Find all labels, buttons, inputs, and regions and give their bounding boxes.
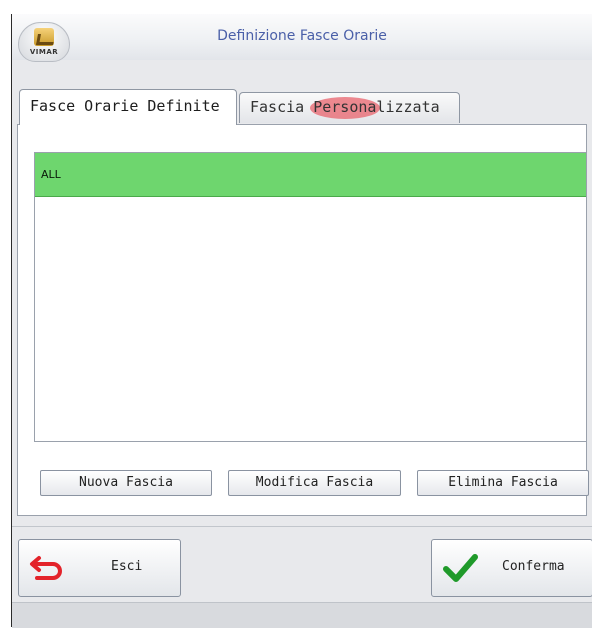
edit-slot-button[interactable]: Modifica Fascia <box>228 470 401 496</box>
title-bar: VIMAR Definizione Fasce Orarie <box>12 14 592 62</box>
status-strip <box>12 602 592 628</box>
tab-panel: ALL Nuova Fascia Modifica Fascia Elimina… <box>17 124 589 516</box>
confirm-button[interactable]: Conferma <box>431 539 592 597</box>
back-arrow-icon <box>30 556 62 580</box>
list-item-all[interactable]: ALL <box>35 153 586 197</box>
dialog-window: VIMAR Definizione Fasce Orarie Fasce Ora… <box>11 14 592 628</box>
tab-bar: Fasce Orarie Definite Fascia Personalizz… <box>19 89 579 125</box>
checkmark-icon <box>443 554 478 582</box>
action-bar: Esci Conferma <box>12 526 592 602</box>
window-title: Definizione Fasce Orarie <box>217 28 387 44</box>
exit-label: Esci <box>111 559 143 574</box>
time-slot-list[interactable]: ALL <box>34 152 587 442</box>
tab-label: Fasce Orarie Definite <box>30 97 220 115</box>
tab-defined-time-slots[interactable]: Fasce Orarie Definite <box>19 89 237 125</box>
exit-button[interactable]: Esci <box>18 539 181 597</box>
logo-text: VIMAR <box>29 48 59 56</box>
new-slot-button[interactable]: Nuova Fascia <box>40 470 212 496</box>
delete-slot-button[interactable]: Elimina Fascia <box>417 470 589 496</box>
tab-custom-time-slot[interactable]: Fascia Personalizzata <box>239 92 460 123</box>
tab-label: Fascia Personalizzata <box>250 98 440 116</box>
confirm-label: Conferma <box>502 559 565 574</box>
